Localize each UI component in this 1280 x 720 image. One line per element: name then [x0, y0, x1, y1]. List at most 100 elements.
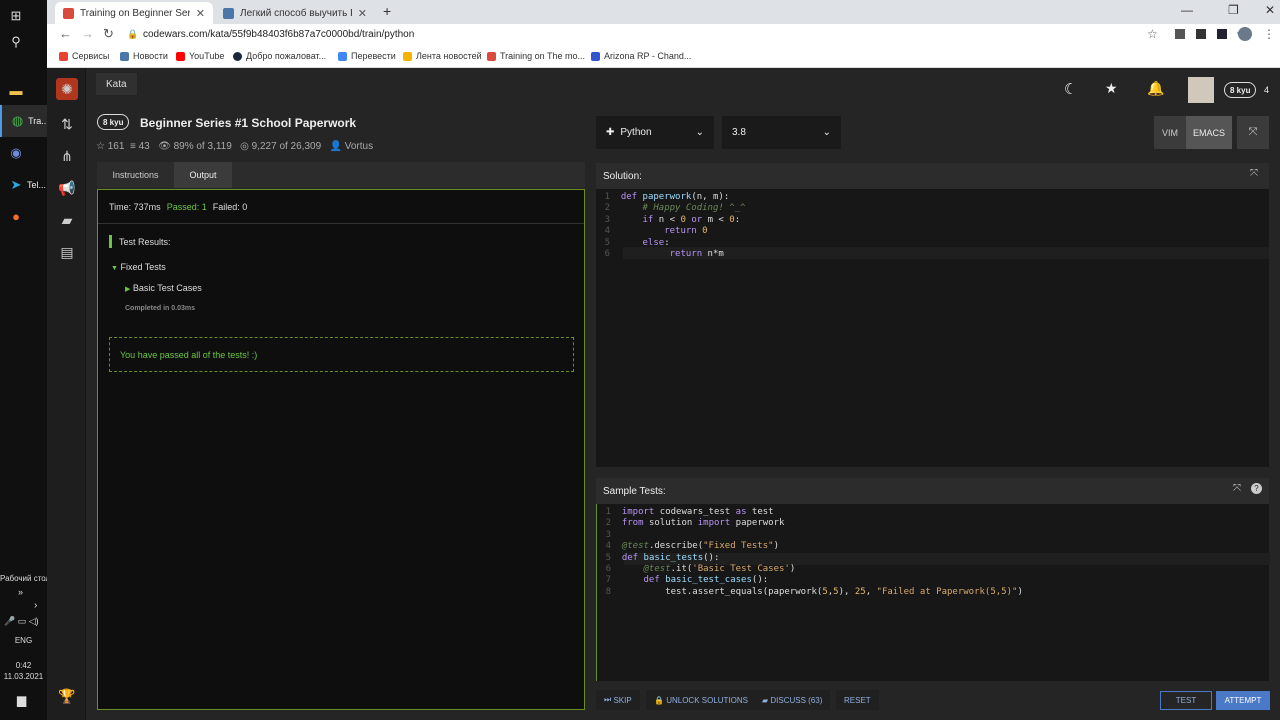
bookmark-item[interactable]: Training on The mo...	[487, 51, 585, 61]
sample-tests-editor[interactable]: 1 import codewars_test as test 2 from so…	[596, 504, 1270, 681]
star-icon[interactable]: ☆	[96, 141, 105, 152]
tab-output[interactable]: Output	[174, 162, 232, 188]
completed-time: Completed in 0.03ms	[125, 305, 196, 312]
chevron-down-icon[interactable]: »	[18, 587, 23, 597]
window-close-icon[interactable]: ✕	[1265, 3, 1275, 17]
desktop-label[interactable]: Рабочий стол	[0, 574, 50, 583]
clock-time[interactable]: 0:42	[0, 661, 47, 670]
chevron-down-icon: ⌄	[822, 127, 831, 138]
codewars-header: Kata ☾ ★ 🔔 8 kyu 4	[86, 68, 1280, 112]
file-explorer-icon[interactable]: ▬	[0, 74, 47, 106]
close-tab-icon[interactable]: ✕	[196, 7, 205, 20]
expand-icon[interactable]: ⤧	[1250, 168, 1258, 179]
notification-icon[interactable]: ▆	[17, 693, 26, 707]
kata-author: Vortus	[344, 141, 374, 152]
lock-icon: 🔒	[654, 695, 664, 705]
bookmark-item[interactable]: Сервисы	[59, 51, 109, 61]
close-tab-icon[interactable]: ✕	[358, 7, 367, 20]
chrome-taskbar-item[interactable]: ◍ Tra...	[0, 105, 47, 137]
kata-stats: ☆ 161 ≡ 43 👁 89% of 3,119 ◎ 9,227 of 26,…	[96, 141, 374, 152]
bookmark-item[interactable]: Arizona RP - Chand...	[591, 51, 691, 61]
practice-icon[interactable]: ⇅	[57, 114, 77, 134]
solution-label: Solution:	[603, 171, 642, 182]
vk-icon	[120, 51, 129, 61]
notifications-bell-icon[interactable]: 🔔	[1147, 80, 1164, 97]
dark-mode-moon-icon[interactable]: ☾	[1064, 80, 1077, 98]
test-case-basic[interactable]: ▶ Basic Test Cases	[125, 283, 202, 293]
language-select[interactable]: ✚ Python ⌄	[596, 116, 714, 149]
success-message: You have passed all of the tests! :)	[109, 337, 574, 372]
reset-button[interactable]: RESET	[836, 690, 879, 710]
extension-icon[interactable]	[1217, 29, 1227, 39]
unlock-solutions-button[interactable]: 🔒 UNLOCK SOLUTIONS	[646, 690, 756, 710]
tab-title: Легкий способ выучить Python	[240, 7, 352, 19]
passed-count: Passed: 1	[166, 201, 207, 212]
bookmark-item[interactable]: Перевести	[338, 51, 396, 61]
menu-kebab-icon[interactable]: ⋮	[1263, 27, 1275, 41]
vim-mode-button[interactable]: VIM	[1154, 116, 1186, 149]
test-group-fixed[interactable]: ▼ Fixed Tests	[111, 262, 166, 272]
browser-tabstrip: Training on Beginner Series #1 S ✕ Легки…	[47, 0, 1280, 24]
run-time: Time: 737ms	[109, 201, 161, 212]
bookmark-item[interactable]: Новости	[120, 51, 168, 61]
skip-button[interactable]: ⏭ SKIP	[596, 690, 640, 710]
test-button[interactable]: TEST	[1160, 691, 1212, 710]
bookmarks-icon[interactable]: ★	[1105, 80, 1118, 97]
extension-icon[interactable]	[1175, 29, 1185, 39]
discuss-icon[interactable]: ▰	[57, 210, 77, 230]
bookmark-item[interactable]: YouTube	[176, 51, 224, 61]
help-icon[interactable]: ?	[1251, 483, 1262, 494]
vk-favicon	[223, 7, 234, 19]
nav-kata[interactable]: Kata	[96, 73, 137, 95]
satisfaction-icon: 👁	[158, 141, 171, 152]
collections-icon[interactable]: ≡	[130, 141, 136, 152]
lock-icon[interactable]: 🔒	[127, 29, 138, 40]
telegram-taskbar-item[interactable]: ➤ Tel...	[0, 169, 47, 201]
discord-icon[interactable]: ◉	[0, 137, 47, 169]
tray-icons[interactable]: 🎤 ▭ ◁)	[4, 616, 39, 627]
new-tab-icon[interactable]: +	[383, 3, 391, 19]
codewars-logo-icon[interactable]: ✺	[56, 78, 78, 100]
attempt-button[interactable]: ATTEMPT	[1216, 691, 1270, 710]
bookmark-item[interactable]: Добро пожаловат...	[233, 51, 326, 61]
user-avatar[interactable]	[1188, 77, 1214, 103]
version-select[interactable]: 3.8 ⌄	[722, 116, 841, 149]
user-rank-badge[interactable]: 8 kyu	[1224, 82, 1257, 98]
maximize-icon[interactable]: ❐	[1228, 3, 1239, 17]
extension-icon[interactable]	[1196, 29, 1206, 39]
clock-date[interactable]: 11.03.2021	[0, 672, 47, 681]
lang-indicator[interactable]: ENG	[0, 636, 47, 645]
emacs-mode-button[interactable]: EMACS	[1186, 116, 1232, 149]
windows-taskbar: ⊞ ⚲ ▬ ◍ Tra... ◉ ➤ Tel... ● Рабочий стол »…	[0, 0, 50, 720]
bookmark-item[interactable]: Лента новостей	[403, 51, 482, 61]
leaderboard-trophy-icon[interactable]: 🏆	[57, 686, 77, 706]
sample-tests-label: Sample Tests:	[603, 486, 666, 497]
browser-tab-vk[interactable]: Легкий способ выучить Python ✕	[215, 2, 375, 24]
chevron-right-icon[interactable]: ›	[34, 600, 37, 611]
tab-instructions[interactable]: Instructions	[97, 162, 174, 188]
browser-tab-codewars[interactable]: Training on Beginner Series #1 S ✕	[55, 2, 213, 24]
search-icon[interactable]: ⚲	[0, 26, 47, 58]
browser-toolbar: ← → ↻ 🔒 codewars.com/kata/55f9b48403f6b8…	[47, 24, 1280, 46]
minimize-icon[interactable]: —	[1181, 3, 1193, 17]
discuss-button[interactable]: ▰ DISCUSS (63)	[754, 690, 831, 710]
codewars-main: 8 kyu Beginner Series #1 School Paperwor…	[86, 112, 1280, 720]
docs-icon[interactable]: ▤	[57, 242, 77, 262]
url-bar[interactable]: codewars.com/kata/55f9b48403f6b87a7c0000…	[143, 29, 414, 40]
codewars-favicon	[63, 7, 74, 19]
results-heading: Test Results:	[119, 237, 171, 247]
reload-icon[interactable]: ↻	[103, 26, 114, 42]
caret-down-icon: ▼	[111, 265, 118, 272]
expand-icon[interactable]: ⤧	[1233, 483, 1241, 494]
origin-icon[interactable]: ●	[0, 200, 47, 232]
profile-avatar[interactable]	[1238, 27, 1252, 41]
bookmarks-bar: Сервисы Новости YouTube Добро пожаловат.…	[47, 46, 1280, 68]
kata-rank-badge: 8 kyu	[97, 114, 130, 130]
back-icon[interactable]: ←	[59, 26, 72, 41]
solution-editor[interactable]: 1 def paperwork(n, m): 2 # Happy Coding!…	[596, 189, 1269, 467]
fullscreen-icon[interactable]: ⤧	[1237, 116, 1269, 149]
announce-icon[interactable]: 📢	[57, 178, 77, 198]
bookmark-star-icon[interactable]: ☆	[1147, 27, 1158, 41]
forward-icon[interactable]: →	[81, 26, 94, 41]
kumite-icon[interactable]: ⋔	[57, 146, 77, 166]
